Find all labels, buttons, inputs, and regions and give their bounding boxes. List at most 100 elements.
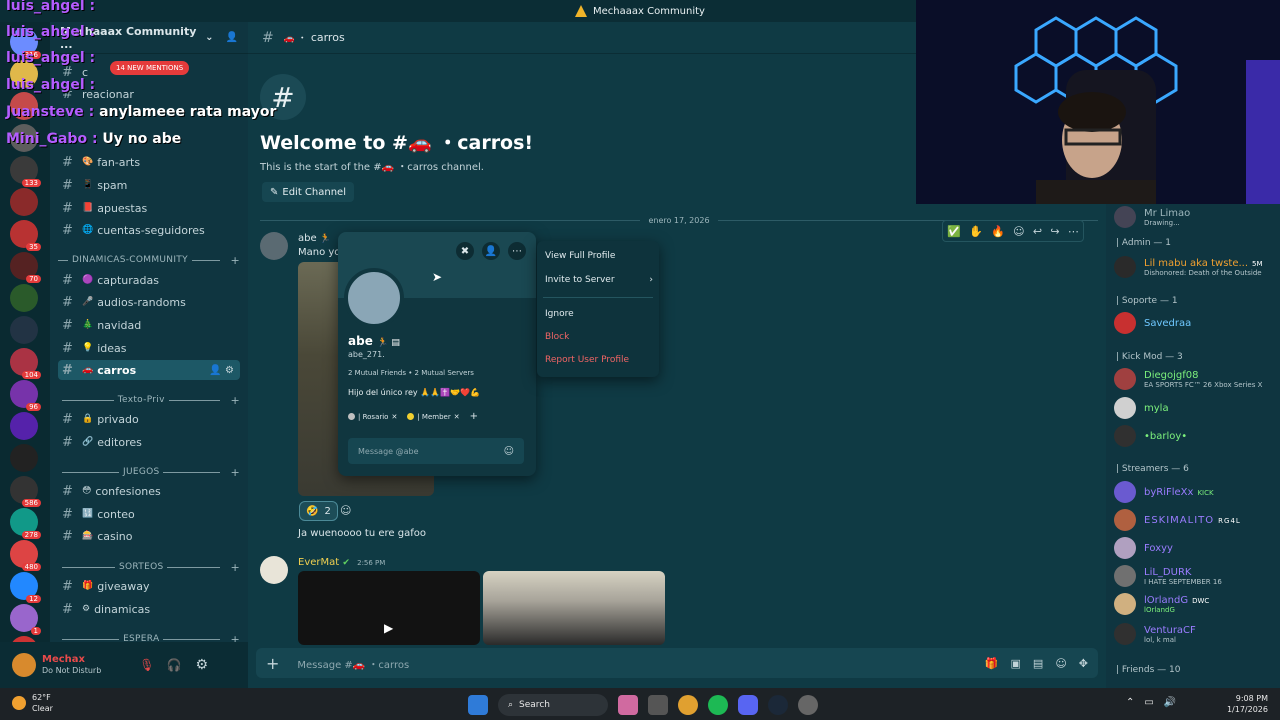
avatar[interactable] [344,268,404,328]
sticker-icon[interactable]: ▤ [1033,657,1043,670]
category-sorteos[interactable]: SORTEOS + [58,559,240,575]
channel-conteo[interactable]: # 🔢 conteo [58,504,240,524]
add-reaction-icon[interactable]: ☺ [1013,225,1024,238]
widgets-icon[interactable] [618,695,638,715]
member-item[interactable]: lOrlandG DWC lOrlandG [1114,591,1280,617]
category-espera[interactable]: ESPERA + [58,631,240,642]
gift-icon[interactable]: 🎁 [985,657,999,670]
member-item[interactable]: ESKIMALITO RG4L [1114,507,1280,533]
channel-carros[interactable]: # 🚗 carros 👤 ⚙ [58,360,240,380]
server-icon[interactable]: 480 [10,540,41,571]
fire-emoji-icon[interactable]: 🔥 [991,225,1005,238]
server-icon[interactable]: 133 [10,156,41,187]
menu-item-report-user-profile[interactable]: Report User Profile [545,355,653,365]
mute-icon[interactable]: 🎙 [139,658,154,672]
category-juegos[interactable]: JUEGOS + [58,464,240,480]
add-channel-icon[interactable]: + [230,394,240,407]
server-icon[interactable]: 70 [10,252,41,283]
member-item[interactable]: Savedraa [1114,310,1280,336]
avatar[interactable] [260,556,288,584]
gear-icon[interactable]: ⚙ [195,657,208,673]
role-chip[interactable]: | Rosario ✕ [348,411,397,422]
channel-cuentas-seguidores[interactable]: # 🌐 cuentas-seguidores [58,220,240,240]
add-role-icon[interactable]: + [470,411,478,422]
chrome-icon[interactable] [678,695,698,715]
server-icon[interactable]: 278 [10,508,41,539]
role-chip[interactable]: | Member ✕ [407,411,460,422]
network-icon[interactable]: ▭ [1144,697,1153,708]
avatar[interactable] [12,653,36,677]
forward-icon[interactable]: ↪ [1050,225,1059,238]
steam-icon[interactable] [768,695,788,715]
server-icon[interactable] [10,188,38,216]
spotify-icon[interactable] [708,695,728,715]
server-icon[interactable]: 35 [10,220,41,251]
taskbar-search[interactable]: ⌕ Search [498,694,608,716]
menu-item-block[interactable]: Block [545,332,653,342]
server-icon[interactable]: 1 [10,604,41,635]
channel-ideas[interactable]: # 💡 ideas [58,338,240,358]
file-explorer-icon[interactable] [648,695,668,715]
add-channel-icon[interactable]: + [230,633,240,643]
channel-confesiones[interactable]: # 😳 confesiones [58,481,240,501]
server-icon[interactable]: 104 [10,348,41,379]
profile-mutuals[interactable]: 2 Mutual Friends • 2 Mutual Servers [348,369,474,377]
new-mentions-badge[interactable]: 14 NEW MENTIONS [110,61,190,75]
apps-icon[interactable]: ✥ [1079,657,1088,670]
channel-giveaway[interactable]: # 🎁 giveaway [58,576,240,596]
member-item[interactable]: VenturaCF lol, k mal [1114,621,1280,647]
menu-item-view-full-profile[interactable]: View Full Profile [545,251,653,261]
start-icon[interactable] [468,695,488,715]
video-attachment[interactable]: ▶ [298,571,480,645]
play-icon[interactable]: ▶ [384,621,393,635]
add-channel-icon[interactable]: + [230,466,240,479]
avatar[interactable] [260,232,288,260]
volume-icon[interactable]: 🔊 [1164,697,1176,708]
clock[interactable]: 9:08 PM 1/17/2026 [1227,693,1268,715]
profile-message-input[interactable]: Message @abe ☺ [348,438,524,464]
add-channel-icon[interactable]: + [230,254,240,267]
emoji-icon[interactable]: ☺ [1055,657,1066,670]
deafen-icon[interactable]: 🎧 [167,658,182,672]
menu-item-ignore[interactable]: Ignore [545,309,653,319]
add-channel-icon[interactable]: + [230,561,240,574]
channel-settings-icon[interactable]: 👤 ⚙ [209,365,234,376]
hand-emoji-icon[interactable]: ✋ [969,225,983,238]
member-item[interactable]: Mr Limao Drawing... [1114,204,1280,230]
reaction-button[interactable]: 🤣 2 [299,501,338,521]
category-dinamicas[interactable]: DINAMICAS-COMMUNITY + [58,252,240,268]
channel-fan-arts[interactable]: # 🎨 fan-arts [58,152,240,172]
edit-channel-button[interactable]: ✎ Edit Channel [262,182,354,202]
add-member-icon[interactable]: 👤 [226,32,238,43]
channel-spam[interactable]: # 📱 spam [58,175,240,195]
channel-editores[interactable]: # 🔗 editores [58,432,240,452]
server-icon[interactable]: 586 [10,476,41,507]
member-item[interactable]: LiL_DURK I HATE SEPTEMBER 16 [1114,563,1280,589]
add-friend-icon[interactable]: 👤 [482,242,500,260]
app-icon[interactable] [798,695,818,715]
member-item[interactable]: byRiFleXx KICK [1114,479,1280,505]
member-item[interactable]: Diegojgf08 EA SPORTS FC™ 26 Xbox Series X [1114,366,1280,392]
more-icon[interactable]: ⋯ [1068,225,1079,238]
plus-icon[interactable]: + [266,654,279,673]
server-icon[interactable]: 96 [10,380,41,411]
server-icon[interactable] [10,412,38,440]
more-icon[interactable]: ⋯ [508,242,526,260]
channel-apuestas[interactable]: # 📕 apuestas [58,198,240,218]
message-composer[interactable]: + Message #🚗 ・carros 🎁 ▣ ▤ ☺ ✥ [256,648,1098,678]
weather-widget[interactable]: 62°F Clear [12,692,53,714]
check-emoji-icon[interactable]: ✅ [947,225,961,238]
member-item[interactable]: myla [1114,395,1280,421]
server-icon[interactable]: 12 [10,572,41,603]
channel-dinamicas[interactable]: # ⚙ dinamicas [58,599,240,619]
discord-icon[interactable] [738,695,758,715]
menu-item-invite-to-server[interactable]: Invite to Server › [545,275,653,285]
chevron-down-icon[interactable]: ⌄ [205,32,213,43]
reply-icon[interactable]: ↩ [1033,225,1042,238]
channel-casino[interactable]: # 🎰 casino [58,526,240,546]
channel-privado[interactable]: # 🔒 privado [58,409,240,429]
emoji-icon[interactable]: ☺ [504,446,514,457]
chevron-up-icon[interactable]: ⌃ [1126,697,1134,708]
channel-navidad[interactable]: # 🎄 navidad [58,315,240,335]
member-item[interactable]: Lil mabu aka twste... 5M Dishonored: Death… [1114,254,1280,280]
